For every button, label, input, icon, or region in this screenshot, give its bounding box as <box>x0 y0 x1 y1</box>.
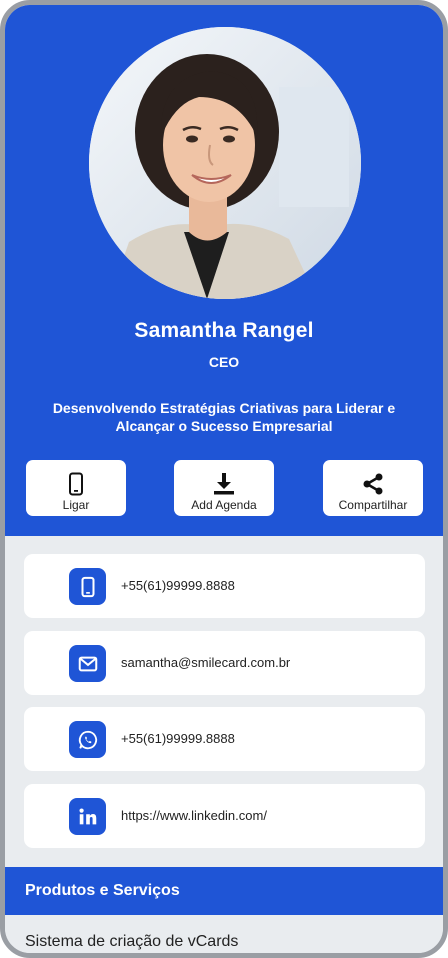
envelope-icon <box>78 656 97 671</box>
share-button[interactable]: Compartilhar <box>323 460 423 516</box>
profile-header: Samantha Rangel CEO Desenvolvendo Estrat… <box>5 5 443 536</box>
contact-phone[interactable]: +55(61)99999.8888 <box>24 554 425 618</box>
whatsapp-icon <box>78 730 97 749</box>
contact-whatsapp-badge <box>69 721 106 758</box>
contact-email-value: samantha@smilecard.com.br <box>121 655 291 670</box>
phone-icon <box>80 576 95 597</box>
share-icon <box>363 473 383 495</box>
profile-role: CEO <box>208 354 240 370</box>
products-section-body: Sistema de criação de vCards <box>5 915 443 953</box>
contact-linkedin[interactable]: https://www.linkedin.com/ <box>24 784 425 848</box>
action-bar: Ligar Add Agenda Compartilhar <box>5 460 443 518</box>
contact-linkedin-badge <box>69 798 106 835</box>
product-item[interactable]: Sistema de criação de vCards <box>25 933 238 951</box>
share-button-label: Compartilhar <box>338 498 408 512</box>
contact-email-badge <box>69 645 106 682</box>
profile-photo-illustration <box>89 27 361 299</box>
products-section-title: Produtos e Serviços <box>5 867 443 915</box>
add-contact-button-label: Add Agenda <box>191 498 257 512</box>
contact-whatsapp-value: +55(61)99999.8888 <box>121 731 235 746</box>
add-contact-button[interactable]: Add Agenda <box>174 460 274 516</box>
profile-photo <box>89 27 361 299</box>
contact-linkedin-value: https://www.linkedin.com/ <box>121 808 267 823</box>
contact-phone-badge <box>69 568 106 605</box>
contact-email[interactable]: samantha@smilecard.com.br <box>24 631 425 695</box>
call-button[interactable]: Ligar <box>26 460 126 516</box>
profile-name: Samantha Rangel <box>134 319 314 342</box>
contact-phone-value: +55(61)99999.8888 <box>121 578 235 593</box>
call-button-label: Ligar <box>62 498 90 512</box>
profile-tagline: Desenvolvendo Estratégias Criativas para… <box>52 400 396 434</box>
phone-icon <box>69 472 83 496</box>
phone-frame: Samantha Rangel CEO Desenvolvendo Estrat… <box>0 0 448 958</box>
contact-list: +55(61)99999.8888 samantha@smilecard.com… <box>5 536 443 867</box>
contact-whatsapp[interactable]: +55(61)99999.8888 <box>24 707 425 771</box>
linkedin-icon <box>78 807 96 824</box>
download-icon <box>214 473 234 495</box>
